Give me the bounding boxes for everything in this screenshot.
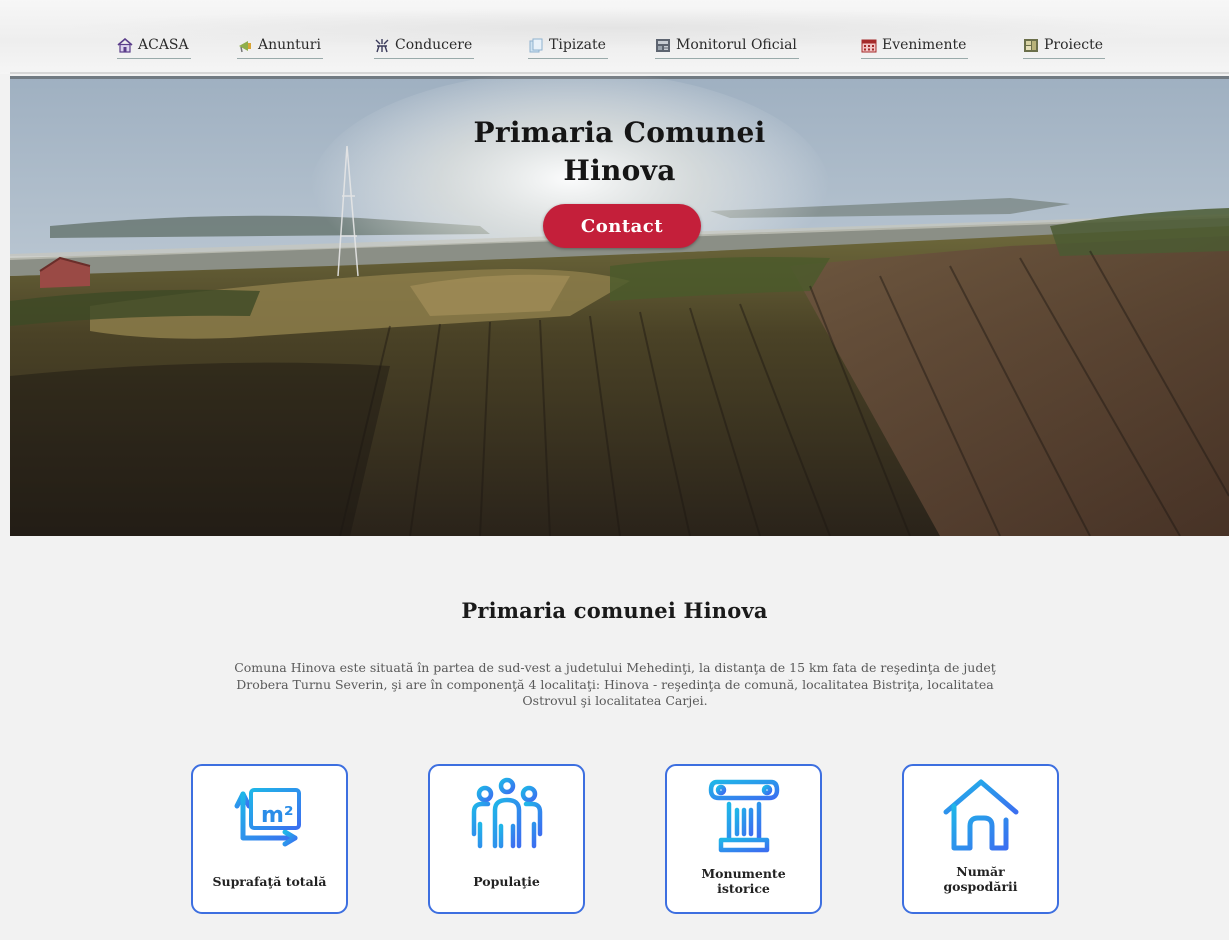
nav-item-anunturi[interactable]: Anunturi bbox=[237, 34, 323, 59]
card-label: Populaţie bbox=[473, 874, 540, 889]
projects-icon bbox=[1023, 38, 1039, 53]
card-label-line2: gospodării bbox=[943, 879, 1018, 894]
card-label: Monumente istorice bbox=[667, 866, 820, 896]
card-label-line1: Monumente bbox=[701, 866, 786, 881]
card-label: Suprafaţă totală bbox=[212, 874, 327, 889]
nav-item-label: Monitorul Oficial bbox=[676, 37, 797, 53]
leadership-icon bbox=[374, 38, 390, 53]
population-icon bbox=[471, 777, 543, 849]
column-monument-icon bbox=[708, 779, 780, 853]
hero-banner: Primaria Comunei Hinova Contact bbox=[10, 76, 1229, 536]
nav-item-evenimente[interactable]: Evenimente bbox=[861, 34, 969, 59]
top-navigation: ACASA Anunturi Conducere Tipizate Monito bbox=[0, 0, 1229, 74]
nav-brush-decoration bbox=[55, 8, 1175, 48]
stat-card-gospodarii[interactable]: Număr gospodării bbox=[902, 764, 1059, 914]
monitor-icon bbox=[655, 38, 671, 53]
calendar-icon bbox=[861, 38, 877, 53]
hero-title-line2: Hinova bbox=[563, 154, 676, 187]
stat-card-populatie[interactable]: Populaţie bbox=[428, 764, 585, 914]
card-label: Număr gospodării bbox=[904, 864, 1057, 894]
nav-item-tipizate[interactable]: Tipizate bbox=[528, 34, 608, 59]
section-title: Primaria comunei Hinova bbox=[461, 598, 768, 623]
svg-text:m²: m² bbox=[261, 803, 294, 828]
area-m2-icon: m² bbox=[234, 788, 301, 847]
megaphone-icon bbox=[237, 38, 253, 53]
nav-item-label: Tipizate bbox=[549, 37, 606, 53]
nav-item-label: Evenimente bbox=[882, 37, 967, 53]
nav-item-label: Proiecte bbox=[1044, 37, 1104, 53]
contact-button[interactable]: Contact bbox=[543, 204, 701, 248]
commune-description: Comuna Hinova este situată în partea de … bbox=[234, 660, 996, 708]
card-label-line1: Număr bbox=[956, 864, 1005, 879]
nav-item-monitorul-oficial[interactable]: Monitorul Oficial bbox=[655, 34, 799, 59]
nav-item-label: Conducere bbox=[395, 37, 473, 53]
stat-card-monumente[interactable]: Monumente istorice bbox=[665, 764, 822, 914]
hero-title-line1: Primaria Comunei bbox=[473, 116, 766, 149]
documents-icon bbox=[528, 38, 544, 53]
nav-item-acasa[interactable]: ACASA bbox=[117, 34, 191, 59]
nav-item-label: ACASA bbox=[138, 37, 189, 53]
stat-card-suprafata[interactable]: m² Suprafaţă totală bbox=[191, 764, 348, 914]
nav-item-proiecte[interactable]: Proiecte bbox=[1023, 34, 1106, 59]
hero-title: Primaria Comunei Hinova bbox=[10, 114, 1229, 190]
nav-item-conducere[interactable]: Conducere bbox=[374, 34, 475, 59]
nav-divider bbox=[10, 72, 1229, 74]
card-label-line2: istorice bbox=[717, 881, 770, 896]
nav-item-label: Anunturi bbox=[258, 37, 321, 53]
house-icon bbox=[943, 779, 1019, 851]
home-icon bbox=[117, 37, 133, 53]
